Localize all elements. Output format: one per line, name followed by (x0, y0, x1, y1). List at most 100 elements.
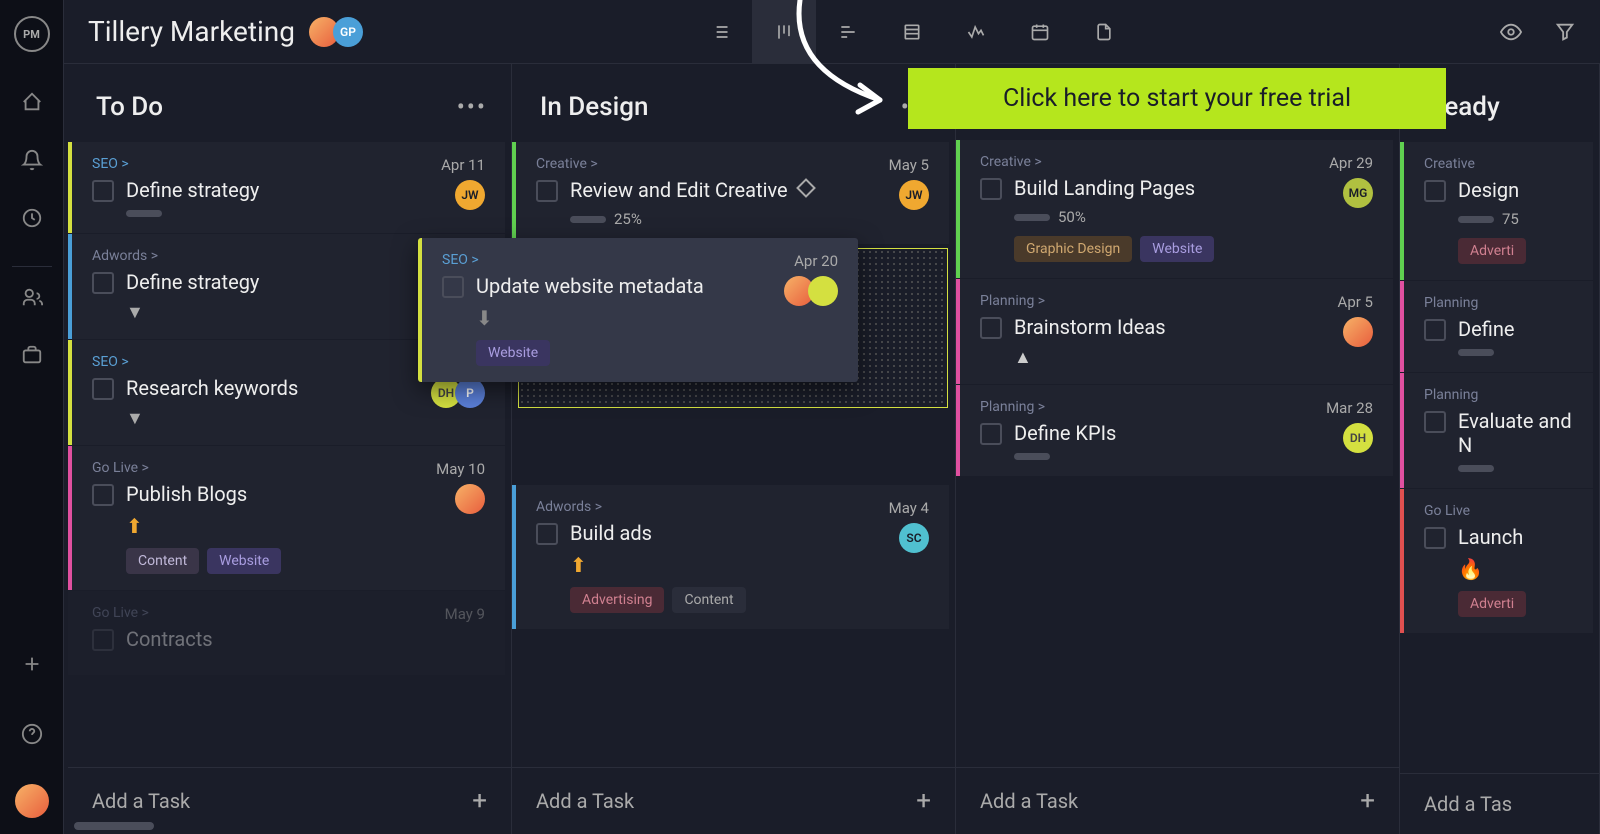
kanban-column: ReadyCreativeDesign 75AdvertiPlanningDef… (1400, 64, 1600, 834)
card-breadcrumb[interactable]: SEO > (92, 156, 485, 172)
task-card[interactable]: Planning Define (1400, 281, 1593, 372)
calendar-view-tab[interactable] (1008, 0, 1072, 64)
task-checkbox[interactable] (92, 484, 114, 506)
task-checkbox[interactable] (1424, 180, 1446, 202)
task-card[interactable]: SEO > Define strategy Apr 11 JW (68, 142, 505, 233)
task-card[interactable]: Go LiveLaunch 🔥Adverti (1400, 489, 1593, 633)
dragging-task-card[interactable]: SEO >Update website metadata⬇WebsiteApr … (418, 238, 858, 382)
plus-icon[interactable] (12, 644, 52, 684)
due-date: May 5 (889, 156, 929, 174)
task-card[interactable]: Planning >Define KPIs Mar 28DH (956, 385, 1393, 476)
member-avatar[interactable]: GP (333, 17, 363, 47)
clock-icon[interactable] (12, 198, 52, 238)
briefcase-icon[interactable] (12, 335, 52, 375)
task-checkbox[interactable] (980, 178, 1002, 200)
assignee-avatar[interactable]: SC (899, 523, 929, 553)
plus-icon: + (916, 786, 931, 816)
task-card[interactable]: Adwords >Build ads ⬆AdvertisingContentMa… (512, 485, 949, 629)
card-breadcrumb[interactable]: Go Live (1424, 503, 1573, 519)
task-checkbox[interactable] (92, 629, 114, 651)
due-date: May 9 (445, 605, 485, 623)
card-breadcrumb[interactable]: Adwords > (536, 499, 929, 515)
dashboard-view-tab[interactable] (944, 0, 1008, 64)
card-breadcrumb[interactable]: Go Live > (92, 605, 485, 621)
home-icon[interactable] (12, 82, 52, 122)
add-task-label: Add a Task (980, 789, 1078, 813)
tag[interactable]: Adverti (1458, 591, 1526, 617)
app-logo[interactable]: PM (14, 16, 50, 52)
task-checkbox[interactable] (536, 180, 558, 202)
card-breadcrumb[interactable]: SEO > (442, 252, 838, 268)
task-checkbox[interactable] (536, 523, 558, 545)
task-title: Brainstorm Ideas (1014, 315, 1373, 339)
tag[interactable]: Content (672, 587, 745, 613)
task-card[interactable]: Creative >Build Landing Pages 50%Graphic… (956, 140, 1393, 278)
task-card[interactable]: CreativeDesign 75Adverti (1400, 142, 1593, 280)
plus-icon: + (472, 786, 487, 816)
help-icon[interactable] (12, 714, 52, 754)
kanban-board: To Do•••SEO >Define strategy Apr 11JWAdw… (64, 64, 1600, 834)
cta-banner[interactable]: Click here to start your free trial (908, 68, 1446, 129)
task-checkbox[interactable] (1424, 527, 1446, 549)
tag[interactable]: Website (476, 340, 550, 366)
due-date: Apr 29 (1329, 154, 1373, 172)
file-view-tab[interactable] (1072, 0, 1136, 64)
card-breadcrumb[interactable]: Planning (1424, 295, 1573, 311)
due-date: May 4 (889, 499, 929, 517)
tag[interactable]: Advertising (570, 587, 664, 613)
task-card[interactable]: Creative >Review and Edit Creative 25%Ma… (512, 142, 949, 244)
card-breadcrumb[interactable]: Creative > (980, 154, 1373, 170)
tag[interactable]: Content (126, 548, 199, 574)
task-title: Define KPIs (1014, 421, 1373, 445)
due-date: Apr 5 (1338, 293, 1373, 311)
visibility-icon[interactable] (1500, 21, 1522, 43)
add-task-label: Add a Task (536, 789, 634, 813)
task-card[interactable]: Go Live >Publish Blogs ⬆ContentWebsiteMa… (68, 446, 505, 590)
card-breadcrumb[interactable]: Planning > (980, 293, 1373, 309)
assignee-avatar[interactable]: JW (455, 180, 485, 210)
task-checkbox[interactable] (442, 276, 464, 298)
column-menu-icon[interactable]: ••• (457, 93, 487, 121)
tag[interactable]: Graphic Design (1014, 236, 1132, 262)
task-checkbox[interactable] (980, 423, 1002, 445)
sidebar: PM (0, 0, 64, 834)
task-title: Launch (1458, 525, 1573, 549)
task-title: Define strategy (126, 178, 485, 202)
card-breadcrumb[interactable]: Creative > (536, 156, 929, 172)
task-checkbox[interactable] (1424, 319, 1446, 341)
card-breadcrumb[interactable]: Planning (1424, 387, 1573, 403)
users-icon[interactable] (12, 277, 52, 317)
tag[interactable]: Adverti (1458, 238, 1526, 264)
task-card[interactable]: PlanningEvaluate and N (1400, 373, 1593, 488)
cta-arrow (770, 0, 910, 134)
kanban-column: •••Creative >Build Landing Pages 50%Grap… (956, 64, 1400, 834)
assignee-avatar[interactable]: P (455, 378, 485, 408)
list-view-tab[interactable] (688, 0, 752, 64)
assignee-avatar[interactable]: DH (1343, 423, 1373, 453)
user-avatar[interactable] (15, 784, 49, 818)
task-checkbox[interactable] (92, 378, 114, 400)
project-members[interactable]: GP (315, 17, 363, 47)
tag[interactable]: Website (1140, 236, 1214, 262)
due-date: Apr 11 (441, 156, 485, 174)
bell-icon[interactable] (12, 140, 52, 180)
task-card[interactable]: Go Live >Contracts May 9 (68, 591, 505, 675)
assignee-avatar[interactable] (455, 484, 485, 514)
card-breadcrumb[interactable]: Planning > (980, 399, 1373, 415)
task-title: Define (1458, 317, 1573, 341)
add-task-label: Add a Tas (1424, 792, 1512, 816)
card-breadcrumb[interactable]: Creative (1424, 156, 1573, 172)
assignee-avatar[interactable]: JW (899, 180, 929, 210)
card-breadcrumb[interactable]: Go Live > (92, 460, 485, 476)
assignee-avatar[interactable]: MG (1343, 178, 1373, 208)
assignee-avatar[interactable] (1343, 317, 1373, 347)
horizontal-scrollbar[interactable] (74, 822, 1590, 830)
filter-icon[interactable] (1554, 21, 1576, 43)
task-checkbox[interactable] (980, 317, 1002, 339)
task-checkbox[interactable] (1424, 411, 1446, 433)
assignee-avatar[interactable] (808, 276, 838, 306)
task-card[interactable]: Planning >Brainstorm Ideas ▲Apr 5 (956, 279, 1393, 384)
tag[interactable]: Website (207, 548, 281, 574)
task-checkbox[interactable] (92, 272, 114, 294)
task-checkbox[interactable] (92, 180, 114, 202)
